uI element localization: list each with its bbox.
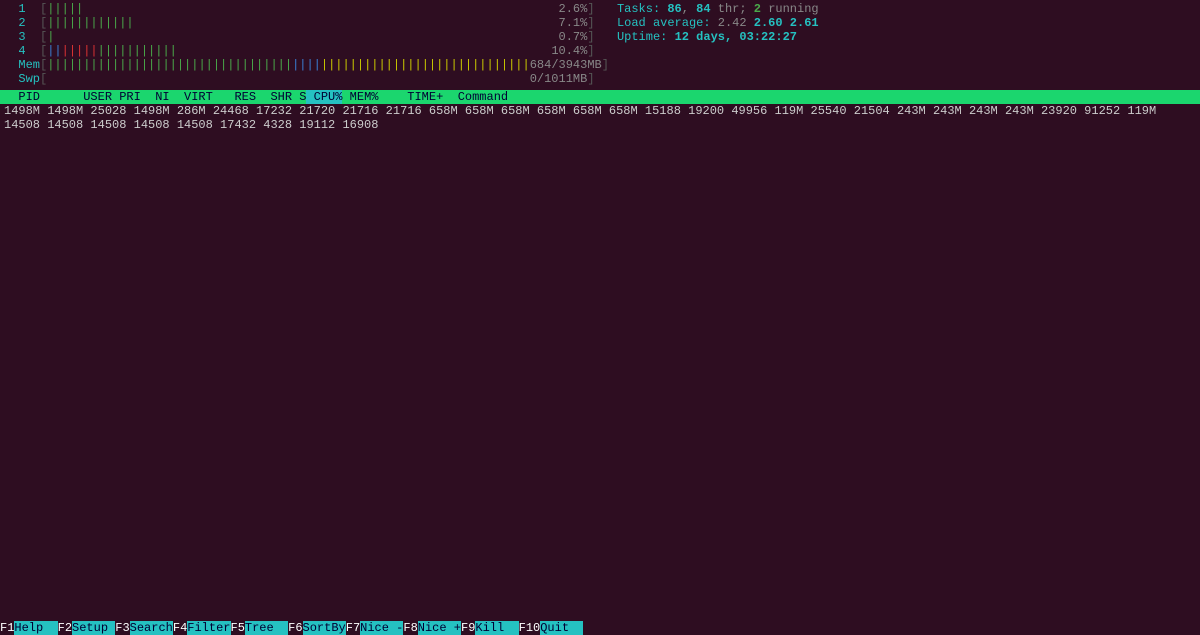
process-list[interactable]: 1498M 1498M 25028 1498M 286M 24468 17232…	[0, 104, 1200, 132]
fkey-F2[interactable]: Setup	[72, 621, 115, 635]
cpu-meter-4: 4 [|||||||||||||||||| 10.4%]	[4, 44, 609, 58]
fkey-F5[interactable]: Tree	[245, 621, 288, 635]
system-stats: Tasks: 86, 84 thr; 2 running Load averag…	[609, 2, 819, 86]
load-line: Load average: 2.42 2.60 2.61	[617, 16, 819, 30]
column-header[interactable]: PID USER PRI NI VIRT RES SHR S CPU% MEM%…	[0, 90, 1200, 104]
mem-meter: Mem[||||||||||||||||||||||||||||||||||||…	[4, 58, 609, 72]
cpu-meter-2: 2 [|||||||||||| 7.1%]	[4, 16, 609, 30]
cpu-meters: 1 [||||| 2.6%] 2 [|||||||||||| 7.1%] 3 […	[4, 2, 609, 86]
fkey-F7[interactable]: Nice -	[360, 621, 403, 635]
fkey-F1[interactable]: Help	[14, 621, 57, 635]
fkey-F6[interactable]: SortBy	[303, 621, 346, 635]
fkey-F8[interactable]: Nice +	[418, 621, 461, 635]
fkey-F9[interactable]: Kill	[475, 621, 518, 635]
uptime-line: Uptime: 12 days, 03:22:27	[617, 30, 819, 44]
fkey-F3[interactable]: Search	[130, 621, 173, 635]
swp-meter: Swp[ 0/1011MB]	[4, 72, 609, 86]
cpu-meter-3: 3 [| 0.7%]	[4, 30, 609, 44]
fkey-F10[interactable]: Quit	[540, 621, 583, 635]
function-key-bar[interactable]: F1Help F2Setup F3SearchF4FilterF5Tree F6…	[0, 621, 583, 635]
header-meters: 1 [||||| 2.6%] 2 [|||||||||||| 7.1%] 3 […	[0, 0, 1200, 90]
tasks-line: Tasks: 86, 84 thr; 2 running	[617, 2, 819, 16]
fkey-F4[interactable]: Filter	[187, 621, 230, 635]
cpu-meter-1: 1 [||||| 2.6%]	[4, 2, 609, 16]
